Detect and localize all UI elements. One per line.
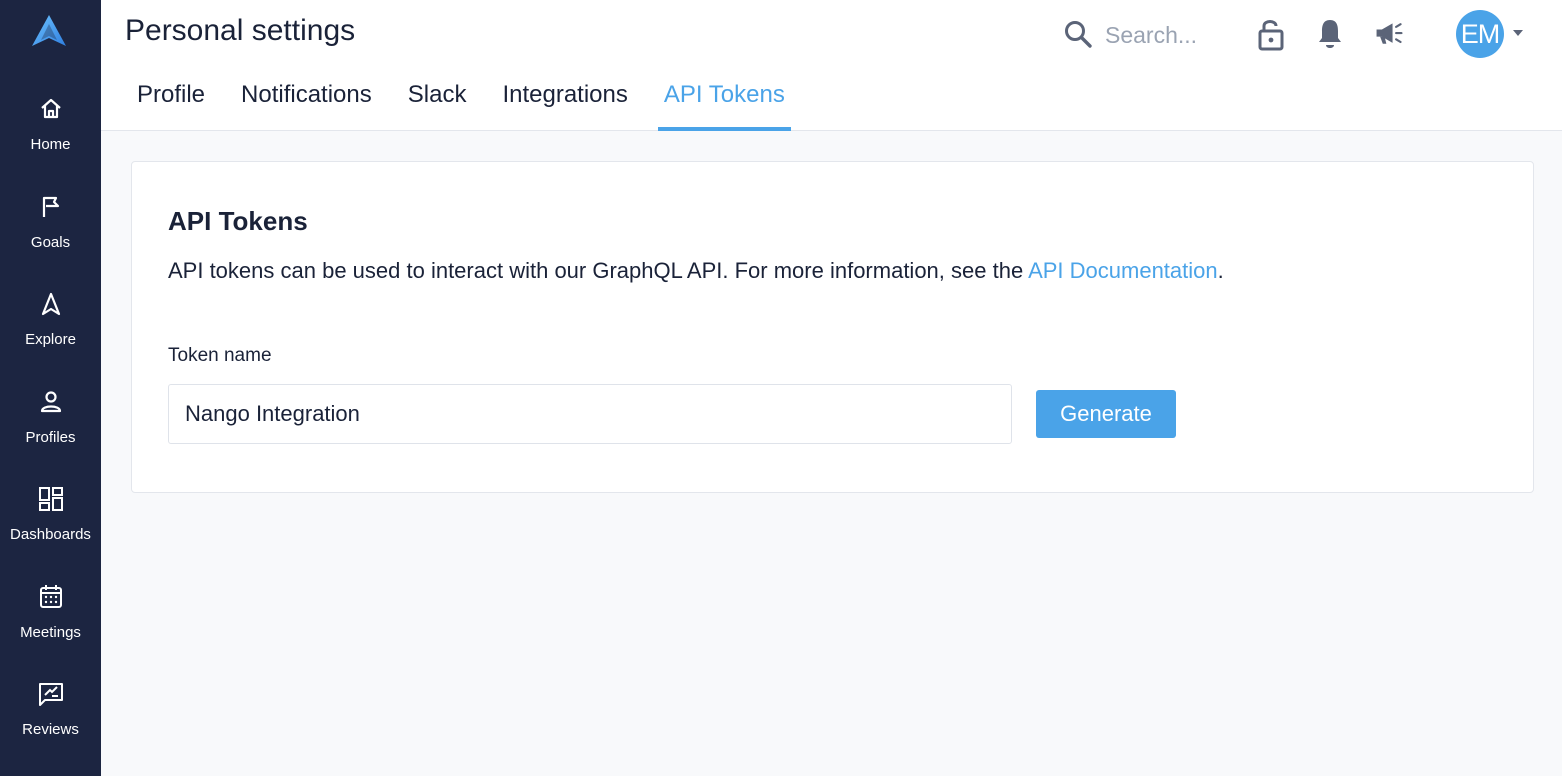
bell-icon[interactable]	[1314, 16, 1346, 52]
page-header: Personal settings Profile Notifications …	[101, 0, 1562, 131]
generate-button[interactable]: Generate	[1036, 390, 1176, 438]
search-icon[interactable]	[1063, 19, 1093, 49]
tab-integrations[interactable]: Integrations	[496, 78, 633, 131]
megaphone-icon[interactable]	[1373, 16, 1405, 52]
sidebar-item-label: Home	[30, 136, 71, 153]
flag-icon	[42, 196, 59, 217]
settings-tabs: Profile Notifications Slack Integrations…	[125, 78, 815, 131]
app-root: Home Goals Explore Profiles Dashboards M…	[0, 0, 1562, 776]
sidebar-item-label: Meetings	[20, 624, 81, 641]
api-tokens-card: API Tokens API tokens can be used to int…	[131, 161, 1534, 493]
sidebar-item-goals[interactable]: Goals	[0, 193, 101, 273]
token-name-label: Token name	[168, 345, 272, 366]
tab-api-tokens[interactable]: API Tokens	[657, 78, 791, 131]
token-name-input[interactable]	[168, 384, 1012, 444]
sidebar-item-profiles[interactable]: Profiles	[0, 388, 101, 468]
sidebar-item-home[interactable]: Home	[0, 95, 101, 175]
calendar-icon	[39, 585, 62, 608]
section-title: API Tokens	[168, 206, 308, 236]
tab-profile[interactable]: Profile	[125, 78, 211, 131]
tab-notifications[interactable]: Notifications	[235, 78, 378, 131]
lock-icon[interactable]	[1255, 16, 1287, 52]
description-text: API tokens can be used to interact with …	[168, 258, 1029, 283]
avatar[interactable]: EM	[1456, 10, 1504, 58]
description-suffix: .	[1217, 258, 1224, 283]
api-documentation-link[interactable]: API Documentation	[1028, 258, 1218, 283]
tab-slack[interactable]: Slack	[402, 78, 473, 131]
sidebar: Home Goals Explore Profiles Dashboards M…	[0, 0, 101, 776]
sidebar-item-label: Reviews	[22, 721, 79, 738]
sidebar-item-label: Dashboards	[10, 526, 91, 543]
brand-logo[interactable]	[30, 14, 68, 48]
sidebar-item-reviews[interactable]: Reviews	[0, 680, 101, 760]
sidebar-item-meetings[interactable]: Meetings	[0, 583, 101, 663]
sidebar-item-dashboards[interactable]: Dashboards	[0, 485, 101, 565]
review-icon	[38, 683, 63, 706]
chevron-down-icon[interactable]	[1511, 26, 1525, 40]
section-description: API tokens can be used to interact with …	[168, 258, 1224, 284]
page-title: Personal settings	[125, 14, 356, 47]
home-icon	[40, 98, 61, 119]
sidebar-item-explore[interactable]: Explore	[0, 290, 101, 370]
search-input[interactable]	[1105, 16, 1235, 54]
dashboard-grid-icon	[38, 487, 63, 511]
sidebar-item-label: Profiles	[25, 429, 76, 446]
sidebar-item-label: Goals	[30, 234, 71, 251]
person-icon	[40, 391, 61, 413]
sidebar-item-label: Explore	[25, 331, 76, 348]
navigation-arrow-icon	[41, 292, 60, 316]
